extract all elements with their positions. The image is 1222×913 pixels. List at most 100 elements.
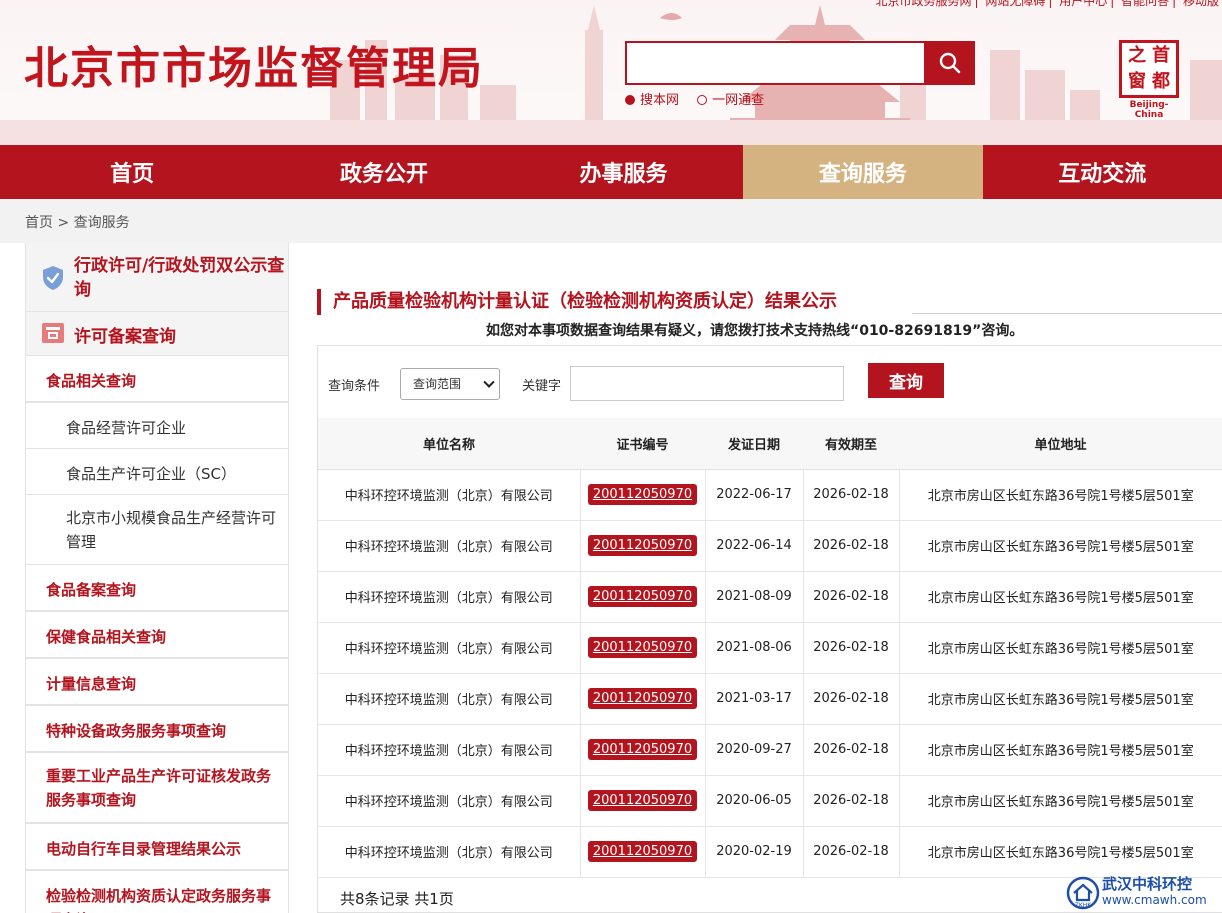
sidebar-item-label: 特种设备政务服务事项查询 <box>46 722 227 740</box>
keyword-label: 关键字 <box>522 379 562 394</box>
col-header-valid-until[interactable]: 有效期至 <box>803 418 899 470</box>
scope-select-value: 查询范围 <box>413 377 462 391</box>
cert-number-link[interactable]: 200112050970 <box>587 790 698 811</box>
table-row: 中科环控环境监测（北京）有限公司 200112050970 2021-03-17 20… <box>318 673 1222 725</box>
breadcrumb-current[interactable]: 查询服务 <box>74 215 130 231</box>
sidebar-category[interactable]: 食品备案查询 <box>26 565 288 612</box>
sidebar-item-label: 保健食品相关查询 <box>46 628 167 646</box>
sidebar-category[interactable]: 电动自行车目录管理结果公示 <box>26 824 288 871</box>
table-row: 中科环控环境监测（北京）有限公司 200112050970 2020-02-19 20… <box>318 826 1222 878</box>
radio-unchecked-icon <box>697 95 708 105</box>
query-button[interactable]: 查询 <box>868 363 944 398</box>
cell-issue-date: 2021-08-09 <box>705 571 804 623</box>
scope-select[interactable]: 查询范围 <box>400 368 500 400</box>
cell-valid-until: 2026-02-18 <box>803 571 900 623</box>
cert-number-link[interactable]: 200112050970 <box>587 841 698 862</box>
top-link[interactable]: 用户中心 <box>1059 0 1107 8</box>
sidebar-category[interactable]: 检验检测机构资质认定政务服务事项查询 <box>26 871 288 913</box>
top-link[interactable]: 网站无障碍 <box>985 0 1045 8</box>
table-row: 中科环控环境监测（北京）有限公司 200112050970 2022-06-14 20… <box>318 520 1222 572</box>
search-option-site[interactable]: 搜本网 <box>625 93 679 108</box>
cell-address: 北京市房山区长虹东路36号院1号楼5层501室 <box>899 826 1222 878</box>
cell-cert-no: 200112050970 <box>580 826 706 878</box>
search-icon <box>939 52 961 74</box>
cell-issue-date: 2020-02-19 <box>705 826 804 878</box>
sidebar-category[interactable]: 计量信息查询 <box>26 659 288 706</box>
breadcrumb-home[interactable]: 首页 <box>25 215 53 231</box>
keyword-input[interactable] <box>570 366 844 401</box>
nav-gov-affairs[interactable]: 政务公开 <box>264 145 503 199</box>
sidebar-subitem[interactable]: 食品生产许可企业（SC） <box>26 449 288 495</box>
cell-valid-until: 2026-02-18 <box>803 622 900 674</box>
nav-services[interactable]: 办事服务 <box>504 145 743 199</box>
cell-valid-until: 2026-02-18 <box>803 673 900 725</box>
table-header-row: 单位名称 证书编号 发证日期 有效期至 单位地址 <box>318 418 1222 470</box>
cell-unit-name: 中科环控环境监测（北京）有限公司 <box>318 673 581 725</box>
site-header: 北京市政务服务网 | 网站无障碍 | 用户中心 | 智能问答 | 移动版 北京市市场监督… <box>0 0 1222 145</box>
col-header-unit-name[interactable]: 单位名称 <box>318 418 580 470</box>
sidebar-item-label: 检验检测机构资质认定政务服务事项查询 <box>46 887 272 913</box>
sidebar-category[interactable]: 食品相关查询 <box>26 356 288 403</box>
cell-cert-no: 200112050970 <box>580 520 706 572</box>
cell-cert-no: 200112050970 <box>580 673 706 725</box>
logo-frame: 之 首 窗 都 <box>1119 40 1179 98</box>
cell-unit-name: 中科环控环境监测（北京）有限公司 <box>318 571 581 623</box>
cell-issue-date: 2020-09-27 <box>705 724 804 776</box>
cell-unit-name: 中科环控环境监测（北京）有限公司 <box>318 520 581 572</box>
nav-query-services[interactable]: 查询服务 <box>743 145 983 199</box>
sidebar-item-label: 重要工业产品生产许可证核发政务服务事项查询 <box>46 767 272 809</box>
col-header-issue-date[interactable]: 发证日期 <box>705 418 803 470</box>
logo-char: 窗 <box>1128 71 1146 92</box>
search-button[interactable] <box>925 41 975 85</box>
table-row: 中科环控环境监测（北京）有限公司 200112050970 2021-08-09 20… <box>318 571 1222 623</box>
search-option-all[interactable]: 一网通查 <box>697 93 764 108</box>
breadcrumb: 首页 > 查询服务 <box>25 212 130 232</box>
sidebar-item-label: 食品经营许可企业 <box>66 419 187 437</box>
col-header-cert-no[interactable]: 证书编号 <box>580 418 705 470</box>
nav-interaction[interactable]: 互动交流 <box>983 145 1222 199</box>
cert-number-link[interactable]: 200112050970 <box>587 637 698 658</box>
condition-label: 查询条件 <box>328 379 381 394</box>
sidebar: 行政许可/行政处罚双公示查询 许可备案查询 食品相关查询食品经营许可企业食品生产… <box>25 243 289 913</box>
cell-cert-no: 200112050970 <box>580 775 706 827</box>
cell-cert-no: 200112050970 <box>580 469 706 521</box>
sidebar-category[interactable]: 重要工业产品生产许可证核发政务服务事项查询 <box>26 753 288 824</box>
logo-char: 都 <box>1152 71 1170 92</box>
nav-home[interactable]: 首页 <box>0 145 264 199</box>
cert-number-link[interactable]: 200112050970 <box>587 535 698 556</box>
cert-number-link[interactable]: 200112050970 <box>587 586 698 607</box>
sidebar-item-label: 食品备案查询 <box>46 581 137 599</box>
sidebar-item-label: 食品相关查询 <box>46 372 137 390</box>
search-input[interactable] <box>625 41 926 85</box>
sidebar-section-permit-filing[interactable]: 许可备案查询 <box>26 312 288 356</box>
sidebar-subitem[interactable]: 食品经营许可企业 <box>26 403 288 449</box>
cert-number-link[interactable]: 200112050970 <box>587 739 698 760</box>
shield-check-icon <box>43 266 63 290</box>
zkhk-logo-icon: ZKHK <box>1066 876 1100 910</box>
cert-number-link[interactable]: 200112050970 <box>587 688 698 709</box>
col-header-address[interactable]: 单位地址 <box>899 418 1222 470</box>
top-link[interactable]: 移动版 <box>1183 0 1219 8</box>
top-utility-links: 北京市政务服务网 | 网站无障碍 | 用户中心 | 智能问答 | 移动版 <box>872 0 1222 9</box>
cell-valid-until: 2026-02-18 <box>803 520 900 572</box>
sidebar-category[interactable]: 特种设备政务服务事项查询 <box>26 706 288 753</box>
site-title[interactable]: 北京市市场监督管理局 <box>24 32 484 96</box>
sidebar-category[interactable]: 保健食品相关查询 <box>26 612 288 659</box>
cell-valid-until: 2026-02-18 <box>803 775 900 827</box>
logo-char: 之 <box>1128 45 1146 66</box>
table-body: 中科环控环境监测（北京）有限公司 200112050970 2022-06-17 20… <box>318 469 1222 878</box>
support-notice: 如您对本事项数据查询结果有疑义，请您拨打技术支持热线“010-82691819”… <box>486 323 1024 339</box>
capital-window-logo[interactable]: 之 首 窗 都 Beijing-China <box>1116 40 1182 120</box>
table-row: 中科环控环境监测（北京）有限公司 200112050970 2020-09-27 20… <box>318 724 1222 776</box>
cell-issue-date: 2022-06-17 <box>705 469 804 521</box>
cell-address: 北京市房山区长虹东路36号院1号楼5层501室 <box>899 622 1222 674</box>
watermark-name: 武汉中科环控 <box>1102 875 1193 893</box>
breadcrumb-bar: 首页 > 查询服务 <box>0 199 1222 243</box>
top-link[interactable]: 北京市政务服务网 <box>875 0 971 8</box>
logo-char: 首 <box>1152 45 1170 66</box>
sidebar-subitem[interactable]: 北京市小规模食品生产经营许可管理 <box>26 495 288 565</box>
cert-number-link[interactable]: 200112050970 <box>587 484 698 505</box>
sidebar-item-dual-publicity[interactable]: 行政许可/行政处罚双公示查询 <box>26 243 288 312</box>
top-link[interactable]: 智能问答 <box>1121 0 1169 8</box>
cell-valid-until: 2026-02-18 <box>803 826 900 878</box>
